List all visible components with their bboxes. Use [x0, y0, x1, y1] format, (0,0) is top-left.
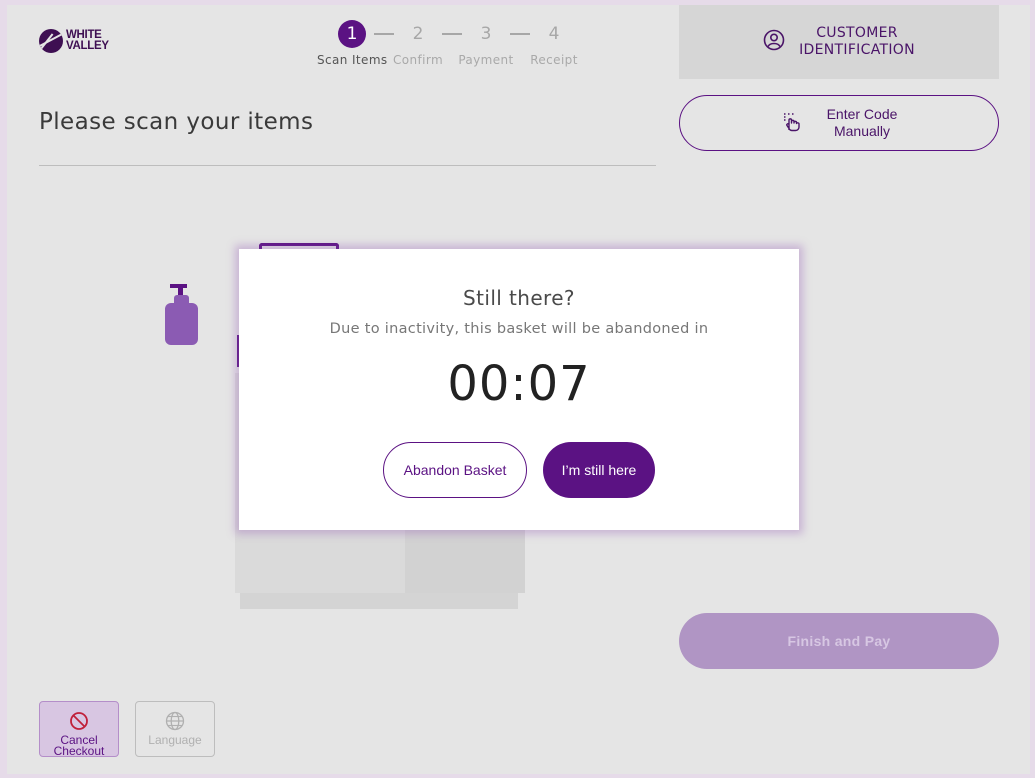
checkout-screen: WHITE VALLEY 1 Scan Items 2 Confirm 3 Pa…: [7, 5, 1030, 774]
dialog-title: Still there?: [463, 286, 575, 310]
inactivity-dialog: Still there? Due to inactivity, this bas…: [239, 249, 799, 530]
still-here-button[interactable]: I’m still here: [543, 442, 655, 498]
abandon-basket-button[interactable]: Abandon Basket: [383, 442, 527, 498]
countdown-timer: 00:07: [447, 356, 591, 412]
dialog-message: Due to inactivity, this basket will be a…: [329, 321, 709, 337]
